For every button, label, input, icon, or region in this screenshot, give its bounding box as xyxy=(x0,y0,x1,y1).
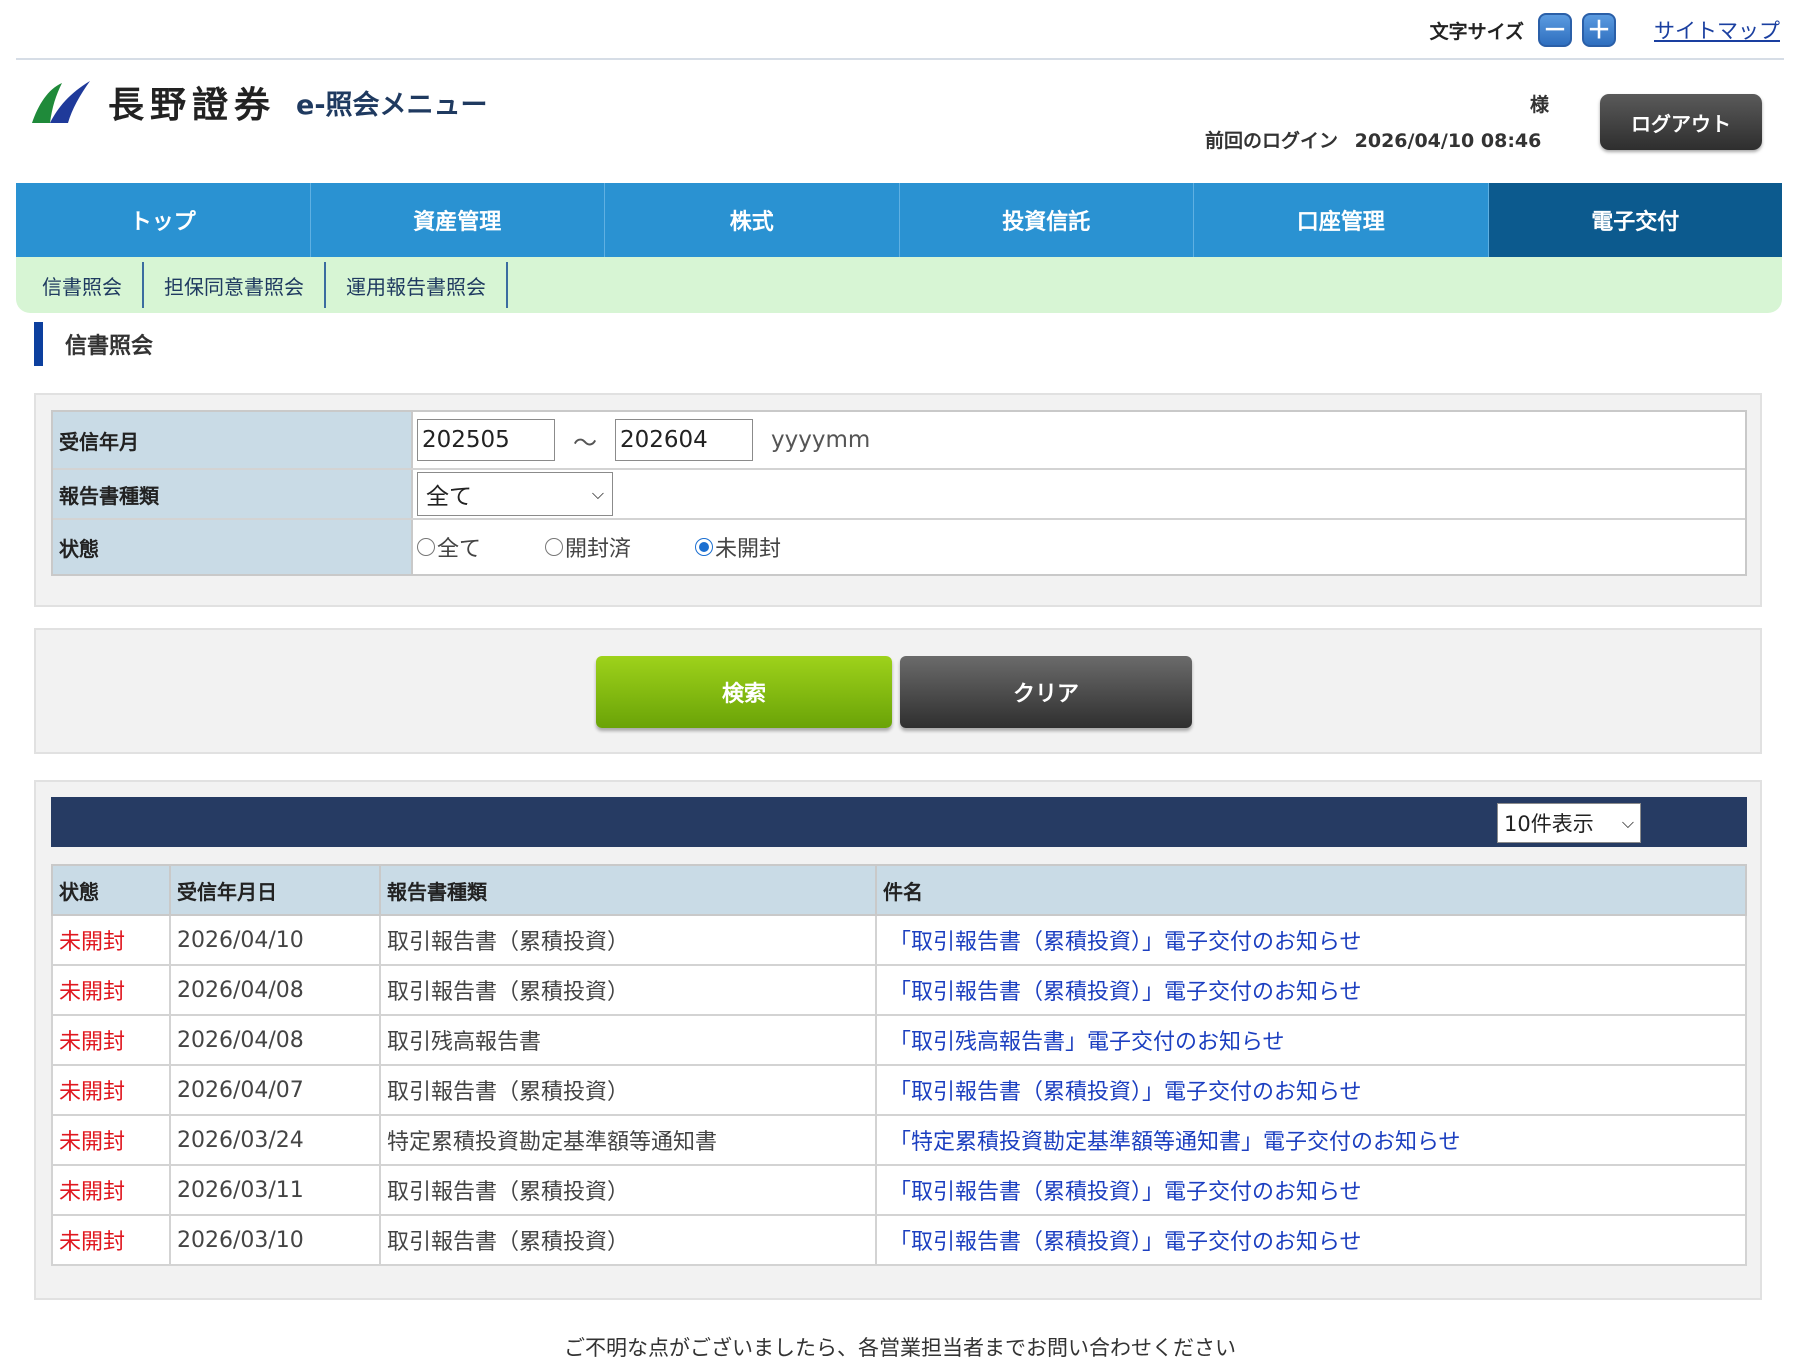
col-header-date[interactable]: 受信年月日 xyxy=(169,864,381,916)
row-subject-link[interactable]: 「取引報告書（累積投資）」電子交付のお知らせ xyxy=(875,914,1747,966)
utility-bar: 文字サイズ － ＋ サイトマップ xyxy=(1430,10,1780,50)
tab-asset-management[interactable]: 資産管理 xyxy=(311,183,605,257)
period-to-input[interactable] xyxy=(615,419,753,461)
last-login-label: 前回のログイン xyxy=(1205,130,1339,152)
radio-icon xyxy=(545,538,564,556)
logout-button[interactable]: ログアウト xyxy=(1600,94,1762,150)
row-status: 未開封 xyxy=(51,1114,171,1166)
row-subject-link[interactable]: 「取引報告書（累積投資）」電子交付のお知らせ xyxy=(875,1214,1747,1266)
row-subject-link[interactable]: 「取引残高報告書」電子交付のお知らせ xyxy=(875,1014,1747,1066)
search-panel: 受信年月 ～ yyyymm 報告書種類 全て ⌵ 状態 全て xyxy=(34,393,1762,607)
header-divider xyxy=(16,58,1784,60)
last-login-value: 2026/04/10 08:46 xyxy=(1354,130,1542,152)
row-date: 2026/04/08 xyxy=(169,964,381,1016)
form-row-status: 状態 全て 開封済 未開封 xyxy=(53,520,1745,574)
status-radio-all[interactable]: 全て xyxy=(417,531,481,563)
table-row[interactable]: 未開封 2026/04/08 取引報告書（累積投資） 「取引報告書（累積投資）」電子交… xyxy=(51,964,1747,1016)
table-row[interactable]: 未開封 2026/03/10 取引報告書（累積投資） 「取引報告書（累積投資）」電子交… xyxy=(51,1214,1747,1266)
results-body: 未開封 2026/04/10 取引報告書（累積投資） 「取引報告書（累積投資）」電子交… xyxy=(51,914,1747,1266)
page-size-select[interactable]: 10件表示 ⌵ xyxy=(1497,803,1641,843)
brand-mark-icon xyxy=(32,81,90,123)
col-header-status[interactable]: 状態 xyxy=(51,864,171,916)
user-honorific: 様 xyxy=(1530,94,1550,116)
row-date: 2026/03/10 xyxy=(169,1214,381,1266)
period-tilde: ～ xyxy=(573,428,597,457)
table-row[interactable]: 未開封 2026/04/10 取引報告書（累積投資） 「取引報告書（累積投資）」電子交… xyxy=(51,914,1747,966)
footer-note: ご不明な点がございましたら、各営業担当者までお問い合わせください xyxy=(564,1336,1236,1357)
period-label: 受信年月 xyxy=(53,412,413,468)
button-panel: 検索 クリア xyxy=(34,628,1762,754)
last-login: 前回のログイン 2026/04/10 08:46 xyxy=(1205,126,1541,153)
table-row[interactable]: 未開封 2026/04/07 取引報告書（累積投資） 「取引報告書（累積投資）」電子交… xyxy=(51,1064,1747,1116)
radio-checked-icon xyxy=(695,538,714,556)
col-header-subject[interactable]: 件名 xyxy=(875,864,1747,916)
row-date: 2026/04/10 xyxy=(169,914,381,966)
row-report-type: 特定累積投資勘定基準額等通知書 xyxy=(379,1114,877,1166)
form-row-type: 報告書種類 全て ⌵ xyxy=(53,470,1745,520)
font-increase-button[interactable]: ＋ xyxy=(1582,13,1616,47)
sitemap-link[interactable]: サイトマップ xyxy=(1654,15,1780,45)
row-subject-link[interactable]: 「取引報告書（累積投資）」電子交付のお知らせ xyxy=(875,1064,1747,1116)
row-report-type: 取引報告書（累積投資） xyxy=(379,914,877,966)
brand-logo[interactable]: 長野證券 e-照会メニュー xyxy=(28,76,488,128)
row-report-type: 取引報告書（累積投資） xyxy=(379,964,877,1016)
period-format-hint: yyyymm xyxy=(771,427,871,453)
table-row[interactable]: 未開封 2026/04/08 取引残高報告書 「取引残高報告書」電子交付のお知らせ xyxy=(51,1014,1747,1066)
row-report-type: 取引残高報告書 xyxy=(379,1014,877,1066)
form-row-period: 受信年月 ～ yyyymm xyxy=(53,412,1745,470)
font-size-label: 文字サイズ xyxy=(1429,20,1524,43)
row-report-type: 取引報告書（累積投資） xyxy=(379,1164,877,1216)
results-panel: 10件表示 ⌵ 状態 受信年月日 報告書種類 件名 未開封 2026/04/10 取… xyxy=(34,780,1762,1300)
tab-investment-trusts[interactable]: 投資信託 xyxy=(900,183,1194,257)
row-subject-link[interactable]: 「特定累積投資勘定基準額等通知書」電子交付のお知らせ xyxy=(875,1114,1747,1166)
sub-nav: 信書照会 担保同意書照会 運用報告書照会 xyxy=(16,257,1782,313)
subnav-item-collateral-consent[interactable]: 担保同意書照会 xyxy=(144,262,326,308)
period-from-input[interactable] xyxy=(417,419,555,461)
subnav-item-letters[interactable]: 信書照会 xyxy=(22,262,144,308)
row-status: 未開封 xyxy=(51,964,171,1016)
tab-account-management[interactable]: 口座管理 xyxy=(1194,183,1489,257)
results-table: 状態 受信年月日 報告書種類 件名 未開封 2026/04/10 取引報告書（累積投… xyxy=(51,864,1747,1266)
main-nav: トップ 資産管理 株式 投資信託 口座管理 電子交付 xyxy=(16,183,1782,257)
search-form: 受信年月 ～ yyyymm 報告書種類 全て ⌵ 状態 全て xyxy=(51,410,1747,576)
subnav-item-management-reports[interactable]: 運用報告書照会 xyxy=(326,262,508,308)
col-header-type[interactable]: 報告書種類 xyxy=(379,864,877,916)
page-size-value: 10件表示 xyxy=(1504,812,1594,836)
font-decrease-button[interactable]: － xyxy=(1538,13,1572,47)
search-button[interactable]: 検索 xyxy=(596,656,892,728)
chevron-down-icon: ⌵ xyxy=(1621,813,1634,832)
report-type-value: 全て xyxy=(426,484,472,510)
chevron-down-icon: ⌵ xyxy=(591,484,604,503)
results-header-bar: 10件表示 ⌵ xyxy=(51,797,1747,847)
table-row[interactable]: 未開封 2026/03/11 取引報告書（累積投資） 「取引報告書（累積投資）」電子交… xyxy=(51,1164,1747,1216)
table-row[interactable]: 未開封 2026/03/24 特定累積投資勘定基準額等通知書 「特定累積投資勘定基準額… xyxy=(51,1114,1747,1166)
tab-top[interactable]: トップ xyxy=(16,183,311,257)
clear-button[interactable]: クリア xyxy=(900,656,1192,728)
row-date: 2026/04/08 xyxy=(169,1014,381,1066)
row-subject-link[interactable]: 「取引報告書（累積投資）」電子交付のお知らせ xyxy=(875,964,1747,1016)
row-date: 2026/04/07 xyxy=(169,1064,381,1116)
row-date: 2026/03/24 xyxy=(169,1114,381,1166)
row-subject-link[interactable]: 「取引報告書（累積投資）」電子交付のお知らせ xyxy=(875,1164,1747,1216)
row-status: 未開封 xyxy=(51,1064,171,1116)
tab-stocks[interactable]: 株式 xyxy=(605,183,900,257)
row-date: 2026/03/11 xyxy=(169,1164,381,1216)
app-name: e-照会メニュー xyxy=(296,89,488,121)
status-radio-unopened[interactable]: 未開封 xyxy=(695,531,781,563)
type-label: 報告書種類 xyxy=(53,470,413,518)
table-header-row: 状態 受信年月日 報告書種類 件名 xyxy=(51,864,1747,916)
row-status: 未開封 xyxy=(51,914,171,966)
row-status: 未開封 xyxy=(51,1164,171,1216)
radio-icon xyxy=(417,538,435,556)
row-report-type: 取引報告書（累積投資） xyxy=(379,1064,877,1116)
row-report-type: 取引報告書（累積投資） xyxy=(379,1214,877,1266)
tab-electronic-delivery[interactable]: 電子交付 xyxy=(1488,183,1782,257)
row-status: 未開封 xyxy=(51,1214,171,1266)
row-status: 未開封 xyxy=(51,1014,171,1066)
status-radio-opened[interactable]: 開封済 xyxy=(545,531,631,563)
page-title: 信書照会 xyxy=(34,322,153,366)
status-label: 状態 xyxy=(53,520,413,574)
report-type-select[interactable]: 全て ⌵ xyxy=(417,472,613,516)
brand-name: 長野證券 xyxy=(108,84,277,126)
